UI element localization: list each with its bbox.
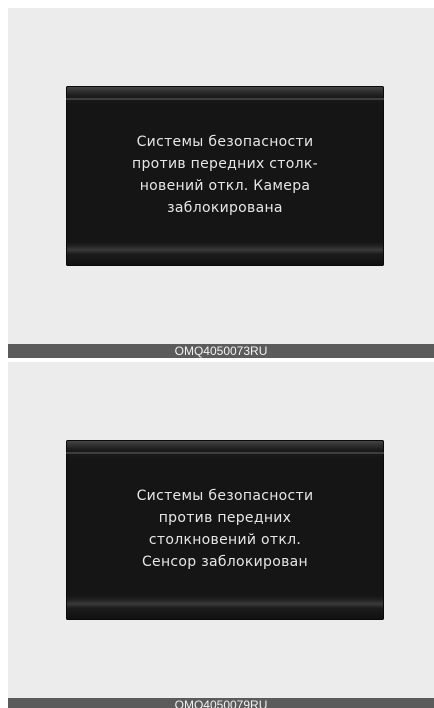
warning-message-line: столкновений откл. <box>148 532 302 548</box>
warning-message-line: против передних столк- <box>132 156 318 172</box>
cluster-display-screen: Системы безопасности против передних сто… <box>66 86 384 266</box>
figure-caption: OMQ4050073RU <box>8 344 434 358</box>
warning-message: Системы безопасности против передних сто… <box>66 108 384 242</box>
warning-message: Системы безопасности против передних сто… <box>66 462 384 596</box>
warning-message-line: против передних <box>158 510 292 526</box>
warning-message-line: Сенсор заблокирован <box>141 554 308 570</box>
warning-message-line: заблокирована <box>167 200 283 216</box>
cluster-display-screen: Системы безопасности против передних сто… <box>66 440 384 620</box>
figure-panel: Системы безопасности против передних сто… <box>8 8 434 344</box>
figure-panel: Системы безопасности против передних сто… <box>8 362 434 698</box>
warning-message-line: Системы безопасности <box>136 134 314 150</box>
figure-caption: OMQ4050079RU <box>8 698 434 708</box>
warning-message-line: Системы безопасности <box>136 488 314 504</box>
warning-message-line: новений откл. Камера <box>139 178 311 194</box>
